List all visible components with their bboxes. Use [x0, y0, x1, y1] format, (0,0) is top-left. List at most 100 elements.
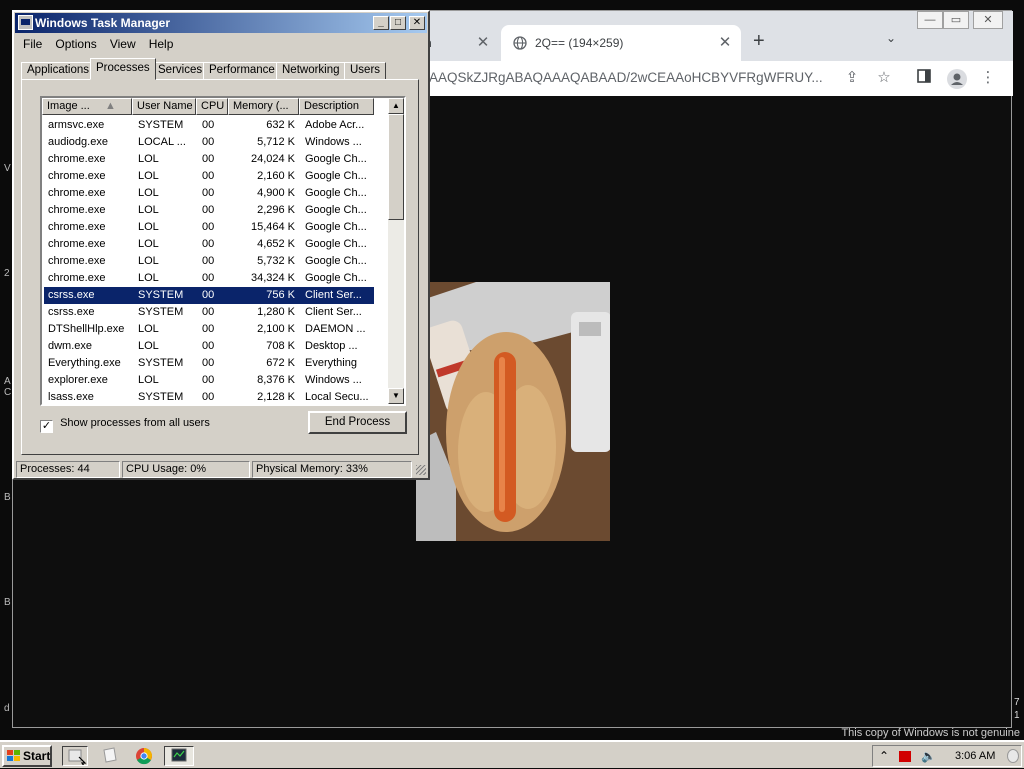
column-description[interactable]: Description — [299, 98, 374, 115]
table-row[interactable]: audiodg.exe LOCAL ... 00 5,712 K Windows ... — [44, 134, 374, 151]
notification-balloon-icon[interactable] — [1007, 749, 1019, 763]
table-row[interactable]: chrome.exe LOL 00 24,024 K Google Ch... — [44, 151, 374, 168]
process-description: Windows ... — [305, 374, 362, 386]
column-memory[interactable]: Memory (... — [228, 98, 299, 115]
volume-icon[interactable]: 🔈 — [921, 749, 936, 763]
table-row[interactable]: chrome.exe LOL 00 15,464 K Google Ch... — [44, 219, 374, 236]
column-image-name[interactable]: Image ... ▲ — [42, 98, 132, 115]
tab-applications[interactable]: Applications — [21, 62, 96, 80]
table-row[interactable]: chrome.exe LOL 00 34,324 K Google Ch... — [44, 270, 374, 287]
maximize-icon[interactable]: ▭ — [943, 11, 969, 29]
tab-networking[interactable]: Networking — [276, 62, 346, 80]
process-cpu: 00 — [202, 221, 215, 233]
process-user-name: SYSTEM — [138, 357, 184, 369]
action-center-flag-icon[interactable] — [899, 751, 911, 762]
menu-help[interactable]: Help — [144, 35, 179, 53]
tab-performance[interactable]: Performance — [203, 62, 281, 80]
show-all-users-checkbox[interactable]: ✓ — [40, 420, 53, 433]
process-user-name: LOL — [138, 323, 159, 335]
scroll-down-arrow-icon[interactable]: ▼ — [388, 388, 404, 404]
task-manager-titlebar[interactable]: Windows Task Manager _ □ ✕ — [15, 13, 427, 33]
process-user-name: LOL — [138, 340, 159, 352]
table-row[interactable]: armsvc.exe SYSTEM 00 632 K Adobe Acr... — [44, 117, 374, 134]
table-row[interactable]: explorer.exe LOL 00 8,376 K Windows ... — [44, 372, 374, 389]
share-icon[interactable]: ⇪ — [843, 69, 861, 87]
process-image-name: DTShellHlp.exe — [48, 323, 125, 335]
table-row[interactable]: chrome.exe LOL 00 4,652 K Google Ch... — [44, 236, 374, 253]
process-cpu: 00 — [202, 238, 215, 250]
column-image-name-label: Image ... — [47, 100, 90, 112]
processes-panel: Image ... ▲ User Name CPU Memory (... De… — [21, 79, 419, 455]
desktop-side-digit: 1 — [1014, 710, 1020, 721]
menu-view[interactable]: View — [105, 35, 141, 53]
maximize-icon[interactable]: □ — [390, 16, 406, 30]
table-row[interactable]: dwm.exe LOL 00 708 K Desktop ... — [44, 338, 374, 355]
process-memory: 632 K — [266, 119, 295, 131]
profile-avatar-icon[interactable] — [947, 69, 967, 89]
scroll-up-arrow-icon[interactable]: ▲ — [388, 98, 404, 114]
show-all-users-checkbox-row[interactable]: ✓ Show processes from all users — [40, 417, 210, 433]
tab-processes[interactable]: Processes — [90, 58, 156, 80]
chrome-tab-2[interactable]: 2Q== (194×259) ✕ — [501, 25, 741, 61]
tab-users[interactable]: Users — [344, 62, 387, 80]
table-row[interactable]: csrss.exe SYSTEM 00 1,280 K Client Ser... — [44, 304, 374, 321]
menu-options[interactable]: Options — [50, 35, 101, 53]
start-button[interactable]: Start — [2, 745, 52, 767]
menu-file[interactable]: File — [18, 35, 47, 53]
process-user-name: LOL — [138, 221, 159, 233]
column-cpu[interactable]: CPU — [196, 98, 228, 115]
resize-grip-icon[interactable] — [416, 465, 426, 475]
close-icon[interactable]: ✕ — [409, 16, 425, 30]
address-bar-url[interactable]: AAQSkZJRgABAQAAAQABAAD/2wCEAAoHCBYVFRgWF… — [429, 70, 839, 88]
more-menu-icon[interactable]: ⋮ — [979, 69, 997, 87]
end-process-button[interactable]: End Process — [308, 411, 407, 434]
close-icon[interactable]: ✕ — [973, 11, 1003, 29]
process-image-name: chrome.exe — [48, 238, 106, 250]
minimize-icon[interactable]: _ — [373, 16, 389, 30]
column-user-name[interactable]: User Name — [132, 98, 196, 115]
process-cpu: 00 — [202, 153, 215, 165]
globe-icon — [513, 36, 527, 50]
table-row[interactable]: chrome.exe LOL 00 2,160 K Google Ch... — [44, 168, 374, 185]
process-memory: 34,324 K — [250, 272, 295, 284]
table-row[interactable]: DTShellHlp.exe LOL 00 2,100 K DAEMON ... — [44, 321, 374, 338]
process-user-name: LOCAL ... — [138, 136, 186, 148]
close-icon[interactable]: ✕ — [475, 25, 491, 61]
side-panel-icon[interactable] — [915, 69, 933, 87]
new-tab-plus-icon[interactable]: + — [753, 29, 765, 53]
process-list-scrollbar[interactable]: ▲ ▼ — [388, 98, 404, 404]
bookmark-star-icon[interactable]: ☆ — [875, 69, 893, 87]
process-description: Google Ch... — [305, 255, 367, 267]
process-image-name: audiodg.exe — [48, 136, 108, 148]
process-memory: 2,160 K — [257, 170, 295, 182]
windows-flag-icon — [7, 750, 20, 762]
scrollbar-thumb[interactable] — [388, 114, 404, 220]
minimize-icon[interactable]: — — [917, 11, 943, 29]
process-description: Google Ch... — [305, 187, 367, 199]
show-hidden-icons-chevron-icon[interactable]: ⌃ — [879, 749, 889, 763]
process-memory: 24,024 K — [250, 153, 295, 165]
show-desktop-icon[interactable] — [62, 746, 88, 767]
process-memory: 672 K — [266, 357, 295, 369]
process-cpu: 00 — [202, 255, 215, 267]
chrome-icon[interactable] — [132, 746, 158, 766]
process-description: Google Ch... — [305, 272, 367, 284]
desktop-side-digit: 7 — [1014, 697, 1020, 708]
table-row[interactable]: Everything.exe SYSTEM 00 672 K Everything — [44, 355, 374, 372]
process-image-name: chrome.exe — [48, 187, 106, 199]
table-row[interactable]: chrome.exe LOL 00 5,732 K Google Ch... — [44, 253, 374, 270]
tab-services[interactable]: Services — [152, 62, 209, 80]
process-user-name: SYSTEM — [138, 289, 184, 301]
system-clock[interactable]: 3:06 AM — [955, 750, 995, 762]
process-description: Google Ch... — [305, 204, 367, 216]
table-row[interactable]: csrss.exe SYSTEM 00 756 K Client Ser... — [44, 287, 374, 304]
process-memory: 2,100 K — [257, 323, 295, 335]
process-list[interactable]: Image ... ▲ User Name CPU Memory (... De… — [40, 96, 406, 406]
close-icon[interactable]: ✕ — [717, 25, 733, 61]
task-manager-taskbar-icon[interactable] — [164, 746, 194, 766]
chevron-down-icon[interactable]: ⌄ — [886, 31, 896, 45]
explorer-icon[interactable] — [98, 746, 124, 766]
table-row[interactable]: chrome.exe LOL 00 2,296 K Google Ch... — [44, 202, 374, 219]
table-row[interactable]: lsass.exe SYSTEM 00 2,128 K Local Secu... — [44, 389, 374, 406]
table-row[interactable]: chrome.exe LOL 00 4,900 K Google Ch... — [44, 185, 374, 202]
